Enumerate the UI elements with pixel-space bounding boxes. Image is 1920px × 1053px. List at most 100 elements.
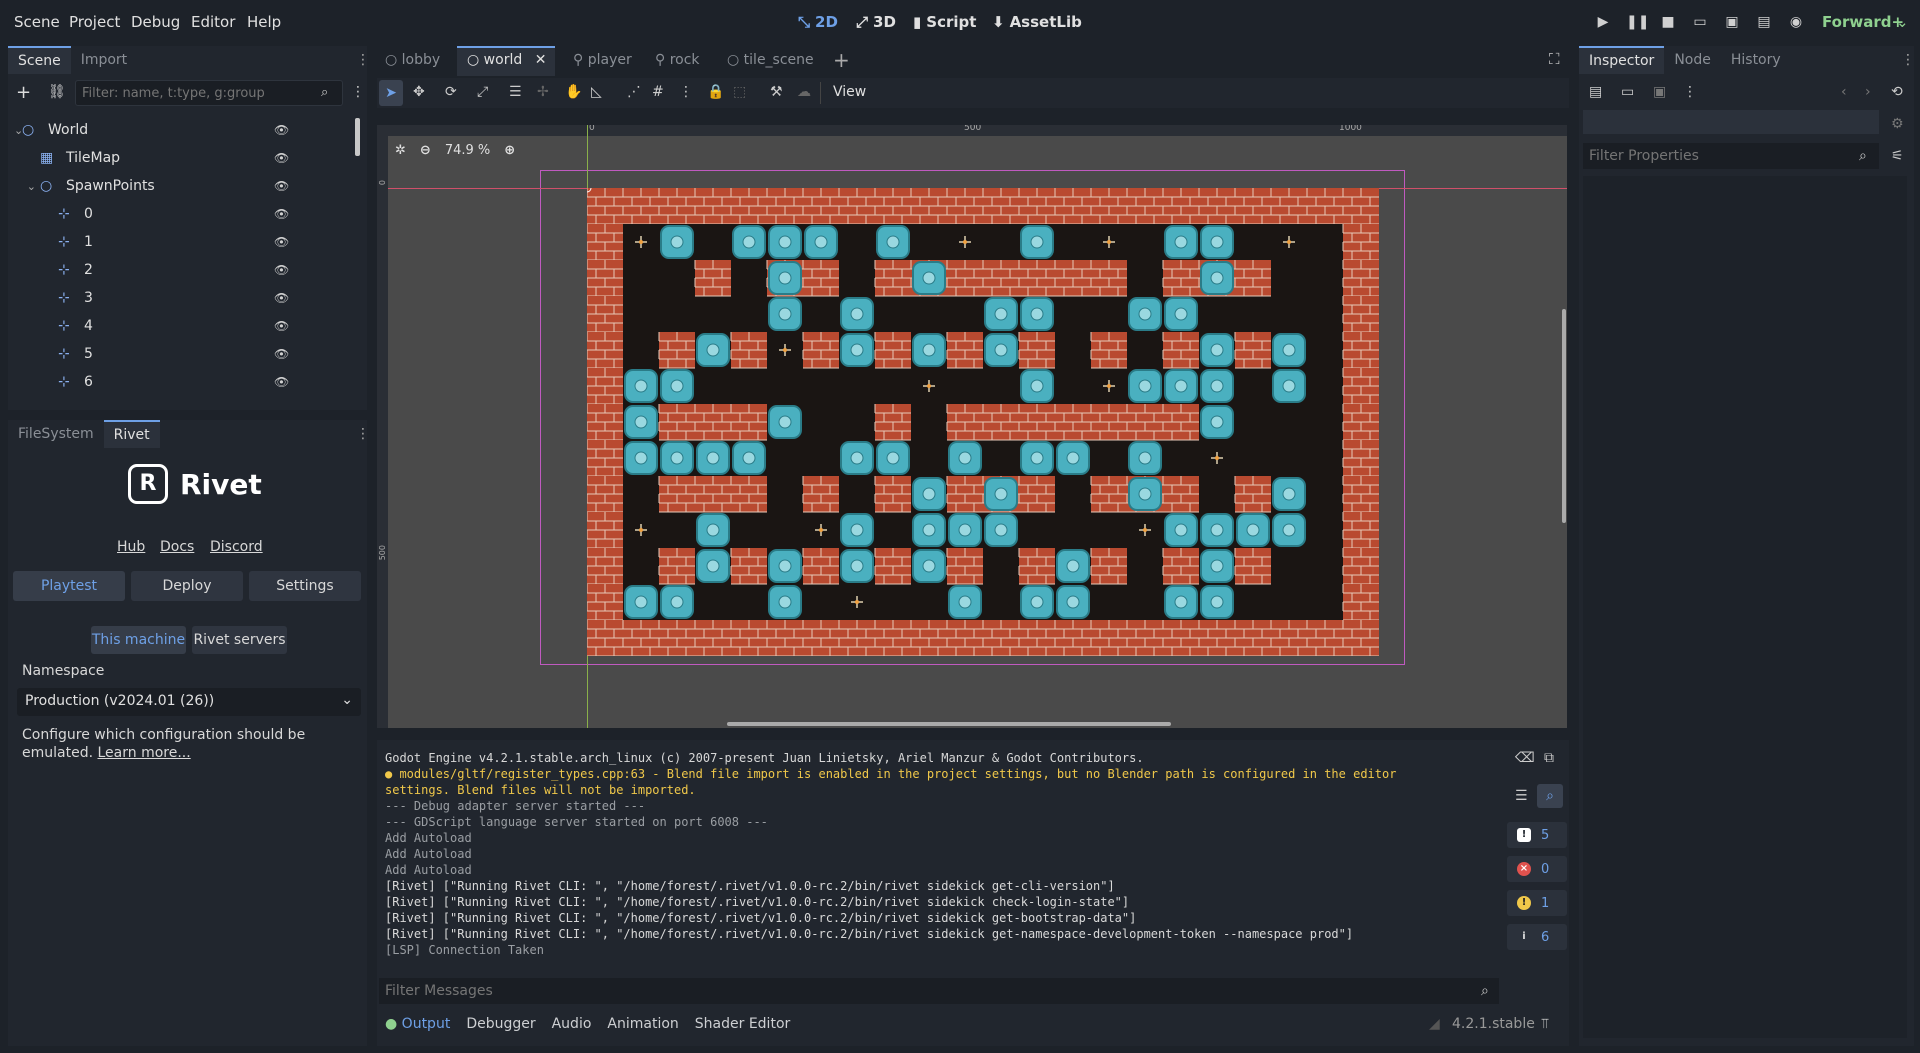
object-history-icon[interactable]: ⟲ [1891,84,1903,100]
scene-tree-item[interactable]: ⊹ 2 👁 [14,256,294,284]
add-node-icon[interactable]: + [16,82,31,103]
grid-snap-icon[interactable]: # [652,84,664,100]
tab-output[interactable]: ● Output [385,1016,450,1032]
scrollbar[interactable] [355,118,360,156]
tool-icon[interactable]: ⚙ [1891,116,1904,132]
play-icon[interactable]: ▶ [1593,12,1613,32]
this-machine-button[interactable]: This machine [91,626,186,654]
tab-tile-scene[interactable]: ○ tile_scene [727,52,814,68]
scene-tree-item[interactable]: ⊹ 3 👁 [14,284,294,312]
visibility-eye-icon[interactable]: 👁 [274,151,289,165]
list-select-icon[interactable]: ☰ [509,84,522,100]
horizontal-scrollbar[interactable] [727,722,1171,726]
menu-help[interactable]: Help [247,13,281,31]
canvas-viewport[interactable]: 0 500 1000 0 500 ✲ ⊖ 74.9 % ⊕ [377,125,1567,728]
dock-menu-icon[interactable]: ⋮ [356,426,370,442]
visibility-eye-icon[interactable]: 👁 [274,235,289,249]
learn-more-link[interactable]: Learn more... [98,745,191,761]
filter-info[interactable]: i6 [1507,924,1567,950]
clear-icon[interactable]: ⌫ [1515,750,1535,766]
deploy-button[interactable]: Deploy [131,571,243,601]
play-scene-icon[interactable]: ▣ [1722,12,1742,32]
docs-link[interactable]: Docs [160,539,194,555]
mode-assetlib-button[interactable]: ⬇ AssetLib [992,13,1082,31]
tab-import[interactable]: Import [71,46,137,74]
visibility-eye-icon[interactable]: 👁 [274,123,289,137]
tab-animation[interactable]: Animation [607,1016,678,1032]
copy-icon[interactable]: ⧉ [1544,750,1554,766]
visibility-eye-icon[interactable]: 👁 [274,291,289,305]
expand-arrow-icon[interactable]: ⌄ [14,124,23,137]
center-view-icon[interactable]: ✲ [395,143,406,158]
menu-project[interactable]: Project [69,13,120,31]
movie-maker-icon[interactable]: ◉ [1786,12,1806,32]
mode-script-button[interactable]: ▮ Script [913,13,976,31]
mode-2d-button[interactable]: ⤡ 2D [798,13,838,31]
filter-properties-input[interactable] [1583,143,1879,169]
scene-tree-item[interactable]: ⊹ 5 👁 [14,340,294,368]
scene-tree-item[interactable]: ⊹ 0 👁 [14,200,294,228]
bone-icon[interactable]: ⚒ [770,84,783,100]
history-forward-icon[interactable]: › [1865,84,1871,100]
rivet-servers-button[interactable]: Rivet servers [192,626,287,654]
tilemap[interactable] [587,188,1379,656]
select-tool-icon[interactable]: ➤ [379,80,403,106]
tab-history[interactable]: History [1721,46,1791,74]
vertical-scrollbar[interactable] [1562,309,1566,523]
scene-tree-item[interactable]: ⌄ ○ SpawnPoints 👁 [14,172,294,200]
rotate-tool-icon[interactable]: ⟳ [445,84,457,100]
settings-button[interactable]: Settings [249,571,361,601]
tab-lobby[interactable]: ○ lobby [385,52,440,68]
property-options-icon[interactable]: ⚟ [1891,148,1904,164]
tab-shader-editor[interactable]: Shader Editor [695,1016,790,1032]
pin-icon[interactable]: ⫪ [1541,1016,1549,1032]
visibility-eye-icon[interactable]: 👁 [274,347,289,361]
tab-scene[interactable]: Scene [8,46,71,74]
tab-player[interactable]: ⚲ player [573,52,632,68]
menu-scene[interactable]: Scene [14,13,60,31]
tab-world[interactable]: ○ world ✕ [457,46,555,76]
tab-rivet[interactable]: Rivet [103,420,160,448]
add-tab-icon[interactable]: + [833,48,850,72]
scene-tree-item[interactable]: ⊹ 1 👁 [14,228,294,256]
inspector-options-icon[interactable]: ⋮ [1683,84,1697,100]
move-tool-icon[interactable]: ✥ [413,84,425,100]
expand-arrow-icon[interactable]: ⌄ [14,180,40,193]
remote-debug-icon[interactable]: ▭ [1690,12,1710,32]
zoom-out-icon[interactable]: ⊖ [420,143,431,158]
visibility-eye-icon[interactable]: 👁 [274,179,289,193]
ruler-icon[interactable]: ◺ [591,84,602,100]
open-folder-icon[interactable]: ▭ [1621,84,1634,100]
pan-icon[interactable]: ✋ [565,84,582,100]
smart-snap-icon[interactable]: ⋰ [627,84,641,100]
snap-options-icon[interactable]: ⋮ [679,84,693,100]
scene-options-icon[interactable]: ⋮ [351,84,365,100]
stop-icon[interactable]: ■ [1658,12,1678,32]
cloud-icon[interactable]: ☁ [797,84,811,100]
visibility-eye-icon[interactable]: 👁 [274,319,289,333]
visibility-eye-icon[interactable]: 👁 [274,375,289,389]
new-resource-icon[interactable]: ▤ [1589,84,1602,100]
visibility-eye-icon[interactable]: 👁 [274,207,289,221]
tab-filesystem[interactable]: FileSystem [8,420,104,448]
zoom-level[interactable]: 74.9 % [445,143,490,158]
save-icon[interactable]: ▣ [1653,84,1666,100]
fullscreen-icon[interactable]: ⛶ [1549,50,1560,68]
scene-tree-item[interactable]: ▦ TileMap 👁 [14,144,294,172]
hub-link[interactable]: Hub [117,539,145,555]
scene-tree-item[interactable]: ⌄ ○ World 👁 [14,116,294,144]
tab-rock[interactable]: ⚲ rock [655,52,700,68]
group-icon[interactable]: ⬚ [733,84,746,100]
menu-editor[interactable]: Editor [191,13,235,31]
filter-errors[interactable]: × 0 [1507,856,1567,882]
filter-warnings[interactable]: ! 1 [1507,890,1567,916]
tab-debugger[interactable]: Debugger [466,1016,535,1032]
collapse-icon[interactable]: ☰ [1515,788,1528,804]
tab-node[interactable]: Node [1664,46,1721,74]
playtest-button[interactable]: Playtest [13,571,125,601]
zoom-in-icon[interactable]: ⊕ [504,143,515,158]
mode-3d-button[interactable]: ⤢ 3D [856,13,896,31]
scale-tool-icon[interactable]: ⤢ [477,84,488,100]
object-selector[interactable] [1583,110,1879,134]
scene-filter-input[interactable] [75,80,343,106]
